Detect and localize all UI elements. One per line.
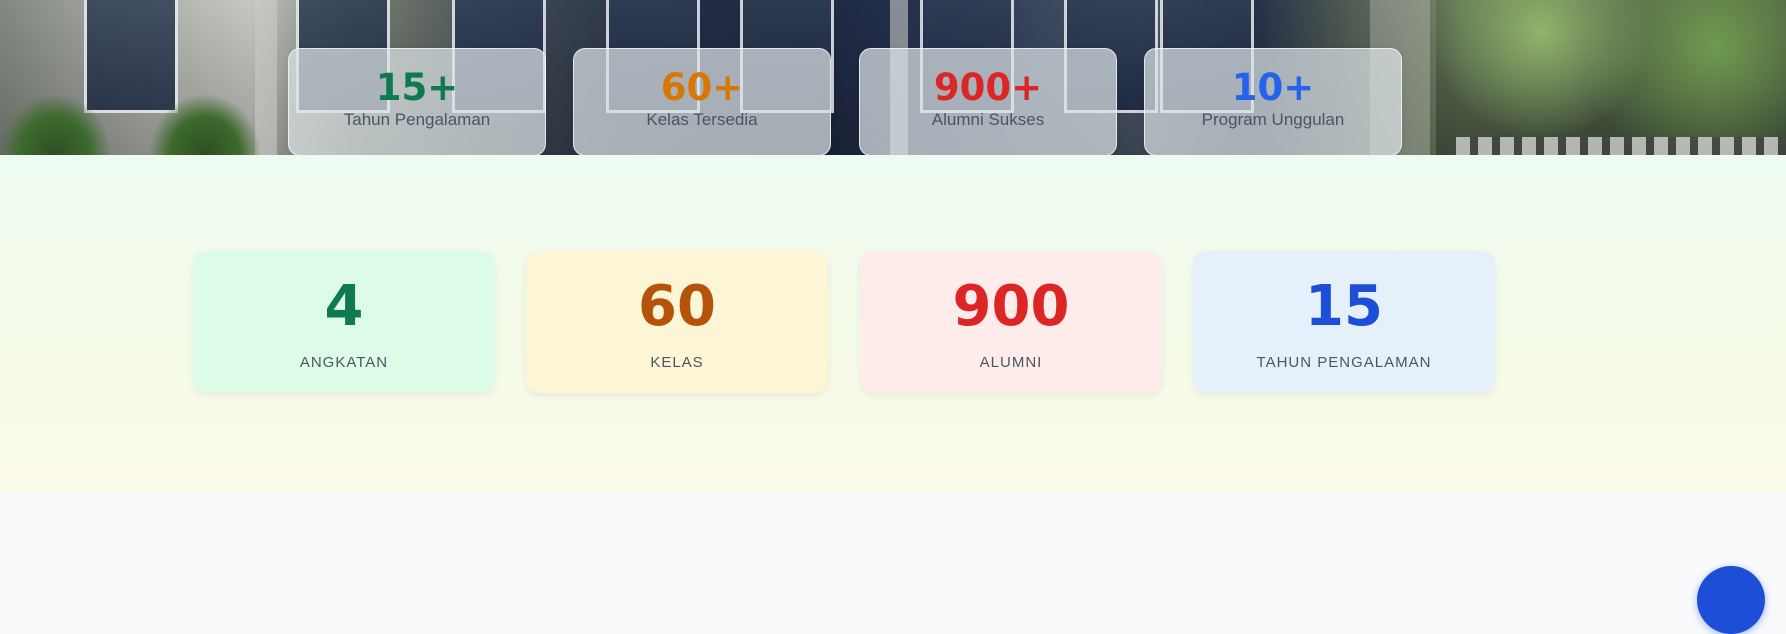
stat-card-alumni: 900 ALUMNI — [860, 251, 1162, 393]
hero-stat-value: 60+ — [660, 66, 744, 109]
hero-stat-value: 10+ — [1231, 66, 1315, 109]
stat-card-tahun-pengalaman: 15 TAHUN PENGALAMAN — [1193, 251, 1495, 393]
stat-value: 15 — [1305, 274, 1383, 339]
stats-section: 4 ANGKATAN 60 KELAS 900 ALUMNI 15 TAHUN … — [0, 155, 1786, 492]
building-window — [84, 0, 178, 113]
hero-stat-label: Tahun Pengalaman — [343, 110, 491, 129]
stat-value: 60 — [638, 274, 716, 339]
hero-stat-value: 900+ — [933, 66, 1043, 109]
stat-label: ALUMNI — [979, 354, 1043, 371]
hero-background-image: 15+ Tahun Pengalaman 60+ Kelas Tersedia … — [0, 0, 1786, 155]
hero-stat-value: 15+ — [375, 66, 459, 109]
hero-stat-label: Kelas Tersedia — [646, 110, 758, 129]
hero-stat-card: 900+ Alumni Sukses — [859, 48, 1117, 155]
hero-stat-card: 15+ Tahun Pengalaman — [288, 48, 546, 155]
stat-value: 4 — [324, 274, 364, 339]
hero-stat-card: 60+ Kelas Tersedia — [573, 48, 831, 155]
greenery — [1436, 0, 1786, 155]
hero-stat-label: Program Unggulan — [1201, 110, 1345, 129]
stat-label: KELAS — [650, 354, 704, 371]
hero-stat-label: Alumni Sukses — [931, 110, 1045, 129]
chat-fab-button[interactable] — [1697, 566, 1765, 634]
hero-stat-card: 10+ Program Unggulan — [1144, 48, 1402, 155]
stat-card-angkatan: 4 ANGKATAN — [193, 251, 495, 393]
stat-label: TAHUN PENGALAMAN — [1256, 354, 1432, 371]
stat-value: 900 — [952, 274, 1070, 339]
plant — [150, 95, 260, 155]
stat-label: ANGKATAN — [299, 354, 389, 371]
stat-card-kelas: 60 KELAS — [526, 251, 828, 393]
plant — [0, 95, 110, 155]
walkway — [1456, 137, 1786, 155]
